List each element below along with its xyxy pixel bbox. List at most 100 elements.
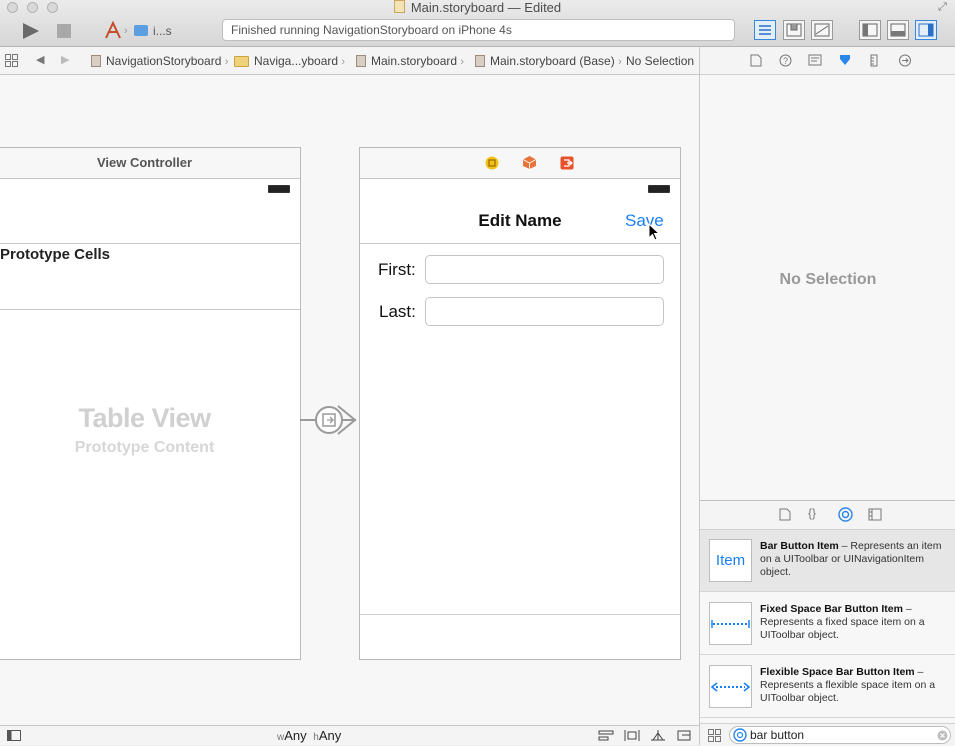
object-library-icon[interactable]	[838, 507, 853, 522]
size-class-selector[interactable]: wAny hAny	[277, 728, 341, 743]
crumb-selection-label: No Selection	[626, 54, 695, 68]
object-library-pane: {} Item Bar Button Item – Represents an …	[699, 500, 955, 746]
fixed-space-icon	[711, 620, 750, 628]
first-name-field[interactable]	[425, 255, 664, 284]
toolbar-divider	[360, 614, 680, 615]
assistant-editor-icon	[786, 23, 802, 37]
navigation-bar: Edit Name Save	[360, 199, 680, 244]
back-arrow-icon[interactable]: ◀	[36, 53, 44, 66]
media-library-icon[interactable]	[868, 508, 882, 521]
window-title-text: Main.storyboard — Edited	[410, 0, 562, 15]
library-item-title: Flexible Space Bar Button Item	[760, 666, 915, 678]
run-button[interactable]	[21, 22, 41, 40]
code-snippet-library-icon[interactable]: {}	[808, 506, 816, 520]
crumb-project-label: NavigationStoryboard	[106, 54, 222, 68]
library-item-title: Bar Button Item	[760, 540, 839, 552]
flexible-space-thumbnail	[709, 665, 752, 708]
quick-help-icon[interactable]: ?	[779, 54, 792, 67]
library-item-bar-button-item[interactable]: Item Bar Button Item – Represents an ite…	[700, 530, 955, 592]
view-controller-scene[interactable]: View Controller Prototype Cells Table Vi…	[0, 147, 301, 660]
inspector-pane: ? No Selection	[699, 47, 955, 500]
table-view-placeholder-title: Table View	[78, 403, 211, 433]
device-icon	[134, 25, 148, 36]
bar-button-item-thumbnail: Item	[709, 539, 752, 582]
version-editor-button[interactable]	[811, 20, 833, 40]
scene-title: View Controller	[0, 148, 300, 179]
jump-bar: ◀ ▶ NavigationStoryboard › Naviga...yboa…	[0, 47, 699, 75]
crumb-localization[interactable]: Main.storyboard (Base) ›	[475, 54, 622, 68]
bar-button-item-thumb-label: Item	[715, 552, 746, 569]
toolbar: Main.storyboard — Edited ⤢ › i...s Finis…	[0, 0, 955, 47]
flexible-space-icon	[710, 682, 751, 692]
left-panel-icon	[862, 23, 878, 37]
storyboard-file-icon	[393, 0, 405, 13]
table-view-placeholder-subtitle: Prototype Content	[74, 439, 215, 456]
right-panel-icon	[918, 23, 934, 37]
forward-arrow-icon[interactable]: ▶	[61, 53, 69, 66]
library-item-text: Flexible Space Bar Button Item – Represe…	[760, 666, 950, 705]
crumb-group[interactable]: Naviga...yboard ›	[234, 54, 345, 68]
attributes-inspector-icon[interactable]	[838, 53, 852, 68]
size-inspector-icon[interactable]	[869, 54, 879, 67]
crumb-project[interactable]: NavigationStoryboard ›	[91, 54, 228, 68]
prototype-cells-header: Prototype Cells	[0, 246, 111, 263]
bottom-panel-icon	[890, 23, 906, 37]
prototype-cells-section[interactable]: Prototype Cells	[0, 243, 300, 310]
library-item-fixed-space[interactable]: Fixed Space Bar Button Item – Represents…	[700, 593, 955, 655]
identity-inspector-icon[interactable]	[808, 54, 822, 67]
storyboard-icon	[356, 55, 366, 67]
standard-editor-icon	[759, 25, 771, 35]
fullscreen-icon[interactable]: ⤢	[938, 1, 947, 14]
project-icon	[91, 55, 101, 67]
edit-name-scene[interactable]: Edit Name Save First: Last:	[359, 147, 681, 660]
resolve-issues-icon[interactable]	[650, 729, 666, 742]
scene-dock	[360, 148, 680, 179]
activity-status-field: Finished running NavigationStoryboard on…	[222, 19, 735, 41]
library-item-flexible-space[interactable]: Flexible Space Bar Button Item – Represe…	[700, 656, 955, 718]
scheme-device-label[interactable]: i...s	[153, 24, 172, 38]
crumb-file[interactable]: Main.storyboard ›	[356, 54, 464, 68]
utilities-toggle-button[interactable]	[915, 20, 937, 40]
view-controller-icon[interactable]	[485, 156, 499, 170]
connections-inspector-icon[interactable]	[898, 54, 912, 67]
library-filter-field[interactable]: bar button	[729, 726, 951, 744]
first-responder-icon[interactable]	[522, 155, 537, 170]
file-template-library-icon[interactable]	[779, 508, 791, 521]
clear-filter-icon[interactable]	[937, 730, 948, 741]
fixed-space-thumbnail	[709, 602, 752, 645]
first-name-label: First:	[378, 260, 416, 279]
svg-text:?: ?	[783, 56, 788, 66]
inspector-empty-label: No Selection	[779, 271, 877, 288]
crumb-localization-label: Main.storyboard (Base)	[490, 54, 615, 68]
crumb-file-label: Main.storyboard	[371, 54, 458, 68]
assistant-editor-button[interactable]	[783, 20, 805, 40]
version-editor-icon	[814, 23, 830, 37]
pin-icon[interactable]	[624, 729, 640, 742]
battery-icon	[648, 185, 670, 193]
chevron-right-icon: ›	[618, 56, 622, 68]
library-tabs: {}	[700, 501, 955, 530]
stop-button[interactable]	[57, 24, 71, 38]
related-items-icon[interactable]	[5, 54, 18, 67]
app-target-icon[interactable]	[103, 21, 123, 39]
chevron-right-icon: ›	[124, 25, 128, 37]
library-filter-value: bar button	[750, 728, 805, 742]
align-icon[interactable]	[598, 729, 614, 742]
crumb-group-label: Naviga...yboard	[254, 54, 339, 68]
document-outline-toggle-icon[interactable]	[7, 730, 21, 741]
standard-editor-button[interactable]	[754, 20, 776, 40]
storyboard-canvas[interactable]: View Controller Prototype Cells Table Vi…	[0, 75, 699, 725]
navigator-toggle-button[interactable]	[859, 20, 881, 40]
grid-view-icon[interactable]	[708, 729, 721, 742]
resizing-behavior-icon[interactable]	[676, 729, 692, 742]
last-name-field[interactable]	[425, 297, 664, 326]
exit-icon[interactable]	[560, 156, 574, 170]
debug-area-toggle-button[interactable]	[887, 20, 909, 40]
chevron-right-icon: ›	[224, 56, 229, 68]
crumb-selection[interactable]: No Selection	[626, 54, 694, 68]
file-inspector-icon[interactable]	[750, 54, 762, 67]
segue-connector[interactable]	[300, 402, 360, 438]
library-item-title: Fixed Space Bar Button Item	[760, 603, 903, 615]
battery-icon	[268, 185, 290, 193]
filter-object-icon	[733, 728, 747, 742]
